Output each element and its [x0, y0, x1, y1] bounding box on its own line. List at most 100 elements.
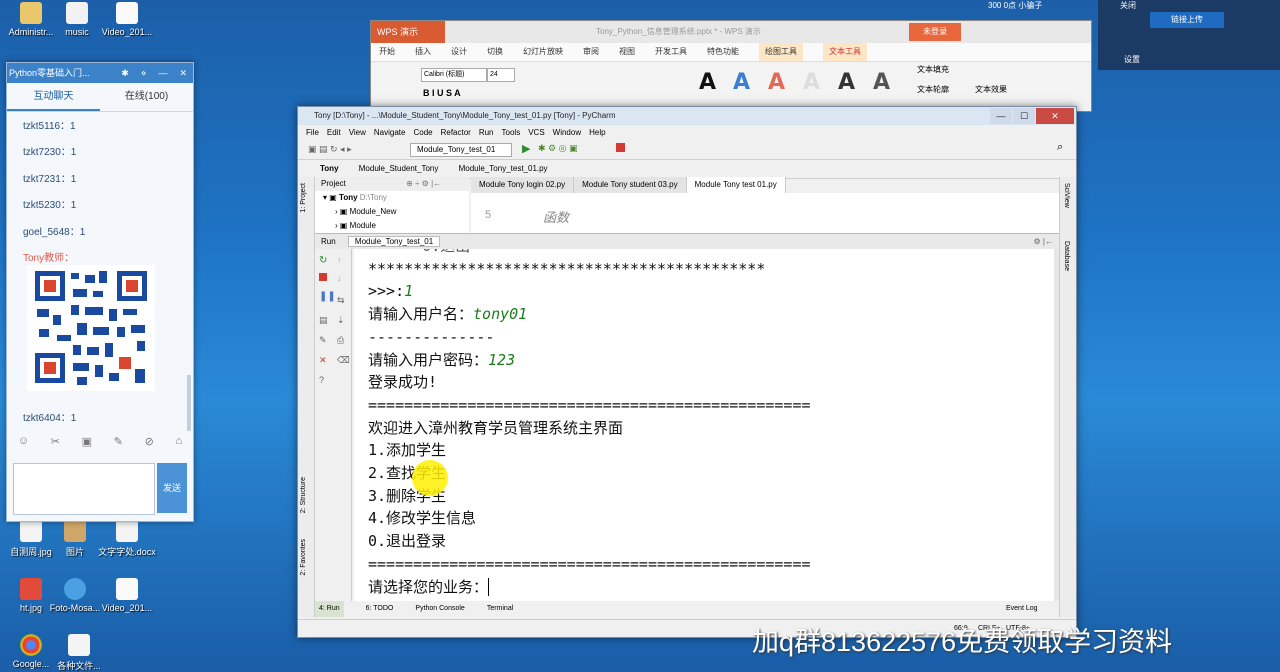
wps-menu-item[interactable]: 审阅 — [583, 43, 599, 61]
login-button[interactable]: 未登录 — [909, 23, 961, 41]
breadcrumb-item[interactable]: Tony — [320, 164, 339, 173]
close-label[interactable]: 关闭 — [1120, 0, 1136, 11]
emoji-icon[interactable]: ☺ — [18, 435, 29, 455]
close-icon[interactable]: ✕ — [179, 68, 187, 78]
stop-icon[interactable] — [616, 143, 625, 152]
wps-menu-item[interactable]: 幻灯片放映 — [523, 43, 563, 61]
tab-chat[interactable]: 互动聊天 — [7, 83, 100, 111]
maximize-icon[interactable]: ☐ — [1013, 108, 1035, 124]
minimize-icon[interactable]: — — [158, 68, 167, 78]
stop-icon[interactable] — [319, 273, 327, 281]
pin-icon[interactable]: ✎ — [319, 335, 327, 346]
wps-menu-item[interactable]: 设计 — [451, 43, 467, 61]
font-size-select[interactable]: 24 — [487, 68, 515, 82]
event-log[interactable]: Event Log — [1006, 601, 1038, 617]
wrap-icon[interactable]: ⇆ — [337, 295, 345, 306]
desktop-icon-docx[interactable]: 文字字处.docx — [96, 520, 158, 558]
text-style-icon[interactable]: A — [733, 70, 750, 95]
wps-menu-item[interactable]: 特色功能 — [707, 43, 739, 61]
text-style-icon[interactable]: A — [873, 70, 890, 95]
scroll-down-icon[interactable]: ↓ — [337, 273, 342, 283]
wps-menu-item[interactable]: 绘图工具 — [759, 43, 803, 61]
menu-run[interactable]: Run — [479, 125, 494, 141]
tab-online[interactable]: 在线(100) — [100, 83, 193, 111]
edit-icon[interactable]: ✎ — [114, 435, 123, 455]
text-style-icon[interactable]: A — [803, 70, 820, 95]
help-icon[interactable]: ? — [319, 375, 324, 385]
editor-tab-active[interactable]: Module Tony test 01.py — [686, 177, 786, 193]
text-outline-button[interactable]: 文本轮廓 — [917, 84, 949, 95]
search-icon[interactable]: ⌕ — [1057, 141, 1063, 154]
breadcrumb-item[interactable]: Module_Student_Tony — [359, 164, 439, 173]
project-tree-item[interactable]: ▾ ▣ Tony D:\Tony — [315, 191, 469, 205]
image-icon[interactable]: ▣ — [82, 435, 92, 455]
breadcrumb-item[interactable]: Module_Tony_test_01.py — [459, 164, 548, 173]
run-settings-icon[interactable]: ⚙ |← — [1034, 234, 1053, 250]
pause-icon[interactable]: ❚❚ — [319, 291, 336, 302]
debug-icons[interactable]: ✱ ⚙ ◎ ▣ — [538, 143, 577, 154]
share-icon[interactable]: ⋄ — [141, 68, 147, 78]
wps-menu-item[interactable]: 开发工具 — [655, 43, 687, 61]
close-icon[interactable]: ✕ — [319, 355, 327, 366]
wps-menu-item[interactable]: 开始 — [379, 43, 395, 61]
favorites-tool-tab[interactable]: 2: Favorites — [300, 539, 307, 576]
tool-window-todo[interactable]: 6: TODO — [366, 601, 394, 617]
chat-input[interactable] — [13, 463, 155, 515]
desktop-icon-files[interactable]: 各种文件... — [48, 634, 110, 672]
text-style-icon[interactable]: A — [838, 70, 855, 95]
menu-refactor[interactable]: Refactor — [441, 125, 471, 141]
run-tab[interactable]: Module_Tony_test_01 — [347, 236, 441, 247]
project-tree-item[interactable]: › ▣ Module — [315, 219, 469, 233]
run-icon[interactable]: ▶ — [522, 142, 530, 155]
layout-icon[interactable]: ▤ — [319, 315, 328, 326]
send-button[interactable]: 发送 — [157, 463, 187, 513]
editor-tab[interactable]: Module Tony student 03.py — [574, 177, 687, 193]
wps-menu-item[interactable]: 切换 — [487, 43, 503, 61]
wps-logo[interactable]: WPS 演示 — [371, 21, 445, 43]
gift-icon[interactable]: ⌂ — [175, 435, 182, 455]
tool-window-python-console[interactable]: Python Console — [415, 601, 464, 617]
menu-view[interactable]: View — [349, 125, 366, 141]
block-icon[interactable]: ⊘ — [145, 435, 154, 455]
text-fill-button[interactable]: 文本填充 — [917, 64, 949, 75]
wps-menu-item[interactable]: 插入 — [415, 43, 431, 61]
desktop-icon-video-2[interactable]: Video_201... — [96, 578, 158, 613]
print-icon[interactable]: ⎙ — [337, 335, 344, 346]
toolbar-icons[interactable]: ▣ ▤ ↻ ◂ ▸ — [308, 144, 352, 155]
console-scrollbar[interactable] — [1054, 249, 1059, 601]
wps-menu-item[interactable]: 文本工具 — [823, 43, 867, 61]
minimize-icon[interactable]: — — [990, 108, 1012, 124]
tool-window-terminal[interactable]: Terminal — [487, 601, 513, 617]
structure-tool-tab[interactable]: 2: Structure — [300, 477, 307, 513]
sciview-tool-tab[interactable]: SciView — [1063, 183, 1070, 208]
rerun-icon[interactable]: ↻ — [319, 255, 327, 266]
menu-window[interactable]: Window — [553, 125, 581, 141]
chat-scrollbar[interactable] — [187, 375, 191, 431]
database-tool-tab[interactable]: Database — [1063, 241, 1070, 271]
scissors-icon[interactable]: ✂ — [51, 435, 60, 455]
run-config-select[interactable]: Module_Tony_test_01 — [410, 143, 512, 157]
project-panel-icons[interactable]: ⊕ ÷ ⚙ |← — [406, 179, 441, 188]
close-icon[interactable]: ✕ — [1036, 108, 1074, 124]
settings-label[interactable]: 设置 — [1124, 54, 1140, 65]
menu-help[interactable]: Help — [589, 125, 605, 141]
menu-tools[interactable]: Tools — [502, 125, 521, 141]
trash-icon[interactable]: ⌫ — [337, 355, 350, 366]
desktop-icon-video[interactable]: Video_201... — [96, 2, 158, 37]
upload-button[interactable]: 链接上传 — [1150, 12, 1224, 28]
text-effect-button[interactable]: 文本效果 — [975, 84, 1007, 95]
scroll-end-icon[interactable]: ⇣ — [337, 315, 345, 326]
code-editor[interactable]: 5 函数 — [471, 193, 1059, 233]
wps-menu-item[interactable]: 视图 — [619, 43, 635, 61]
menu-file[interactable]: File — [306, 125, 319, 141]
project-tool-tab[interactable]: 1: Project — [300, 183, 307, 213]
tool-window-run[interactable]: 4: Run — [315, 601, 344, 617]
text-style-icon[interactable]: A — [768, 70, 785, 95]
run-console[interactable]: 0.退出 ***********************************… — [354, 249, 1054, 601]
font-select[interactable]: Calibri (标题) — [421, 68, 487, 82]
pin-icon[interactable]: ✱ — [121, 68, 129, 78]
editor-tab[interactable]: Module Tony login 02.py — [471, 177, 575, 193]
menu-navigate[interactable]: Navigate — [374, 125, 406, 141]
scroll-up-icon[interactable]: ↑ — [337, 255, 342, 265]
menu-code[interactable]: Code — [413, 125, 432, 141]
